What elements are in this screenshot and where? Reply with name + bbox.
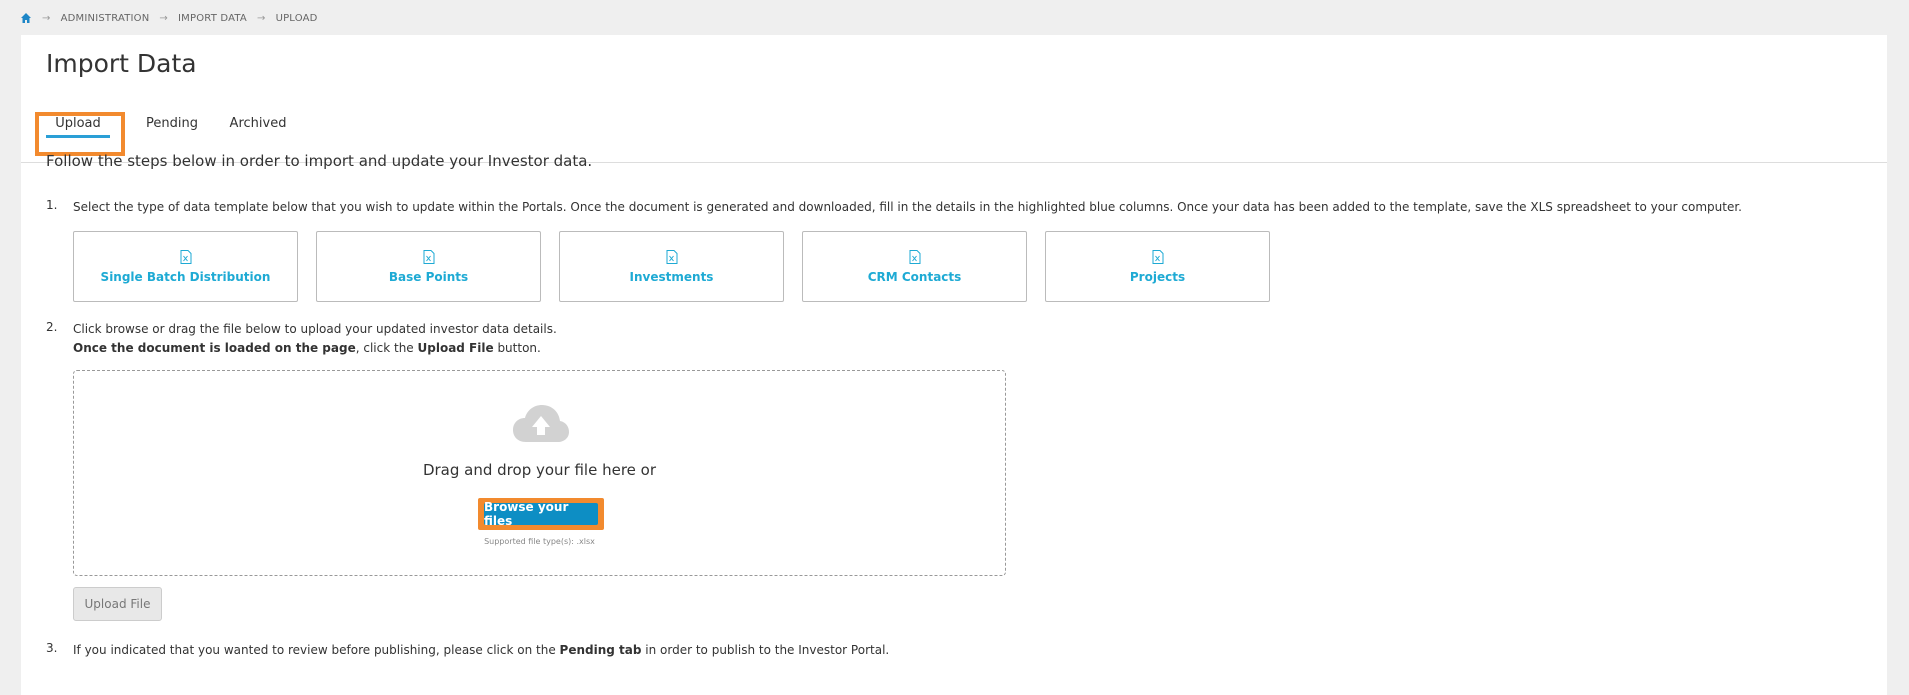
breadcrumb-separator: → xyxy=(159,12,169,24)
template-label: Single Batch Distribution xyxy=(100,269,271,284)
template-label: Base Points xyxy=(388,269,469,284)
tab-upload[interactable]: Upload xyxy=(46,116,110,149)
step-1-text: Select the type of data template below t… xyxy=(73,200,1742,214)
breadcrumb: → ADMINISTRATION → IMPORT DATA → UPLOAD xyxy=(20,9,318,27)
import-data-panel: Import Data Upload Pending Archived Foll… xyxy=(21,35,1887,695)
template-investments[interactable]: Investments xyxy=(559,231,784,302)
step-2-number: 2. xyxy=(46,320,58,334)
step-2-bold-a: Once the document is loaded on the page xyxy=(73,341,356,355)
breadcrumb-separator: → xyxy=(256,12,266,24)
upload-file-button[interactable]: Upload File xyxy=(73,587,162,621)
intro-text: Follow the steps below in order to impor… xyxy=(46,152,593,170)
breadcrumb-item-import-data[interactable]: IMPORT DATA xyxy=(178,13,247,24)
browse-files-button[interactable]: Browse your files xyxy=(484,500,598,528)
template-label: Projects xyxy=(1129,269,1186,284)
step-2-line-2: Once the document is loaded on the page,… xyxy=(73,339,1073,358)
active-tab-indicator xyxy=(46,135,110,138)
step-3-text-b: in order to publish to the Investor Port… xyxy=(641,643,890,657)
home-icon[interactable] xyxy=(20,12,32,24)
step-2-bold-b: Upload File xyxy=(417,341,494,355)
step-2-line-1: Click browse or drag the file below to u… xyxy=(73,322,557,336)
step-3-number: 3. xyxy=(46,641,58,655)
browse-button-highlight: Browse your files xyxy=(478,498,604,530)
excel-file-icon xyxy=(180,249,191,264)
step-3-bold: Pending tab xyxy=(559,643,642,657)
step-2-end: button. xyxy=(493,341,541,355)
template-label: CRM Contacts xyxy=(867,269,962,284)
step-3-text-a: If you indicated that you wanted to revi… xyxy=(73,643,560,657)
template-projects[interactable]: Projects xyxy=(1045,231,1270,302)
breadcrumb-item-upload: UPLOAD xyxy=(275,12,318,24)
file-dropzone[interactable]: Drag and drop your file here or Browse y… xyxy=(73,370,1006,576)
template-label: Investments xyxy=(629,269,714,284)
excel-file-icon xyxy=(909,249,920,264)
template-base-points[interactable]: Base Points xyxy=(316,231,541,302)
step-1-number: 1. xyxy=(46,198,58,212)
cloud-upload-icon xyxy=(513,405,569,442)
breadcrumb-item-administration[interactable]: ADMINISTRATION xyxy=(61,13,150,24)
step-2-mid: , click the xyxy=(355,341,418,355)
tab-pending[interactable]: Pending xyxy=(137,116,207,149)
dropzone-text: Drag and drop your file here or xyxy=(422,461,657,479)
excel-file-icon xyxy=(423,249,434,264)
breadcrumb-separator: → xyxy=(42,12,51,24)
tab-archived[interactable]: Archived xyxy=(223,116,293,149)
template-crm-contacts[interactable]: CRM Contacts xyxy=(802,231,1027,302)
step-2-text: Click browse or drag the file below to u… xyxy=(73,320,1073,358)
template-single-batch-distribution[interactable]: Single Batch Distribution xyxy=(73,231,298,302)
supported-file-types: Supported file type(s): .xlsx xyxy=(484,537,595,546)
excel-file-icon xyxy=(1152,249,1163,264)
excel-file-icon xyxy=(666,249,677,264)
page-title: Import Data xyxy=(46,49,197,78)
step-3-text: If you indicated that you wanted to revi… xyxy=(73,641,1273,660)
